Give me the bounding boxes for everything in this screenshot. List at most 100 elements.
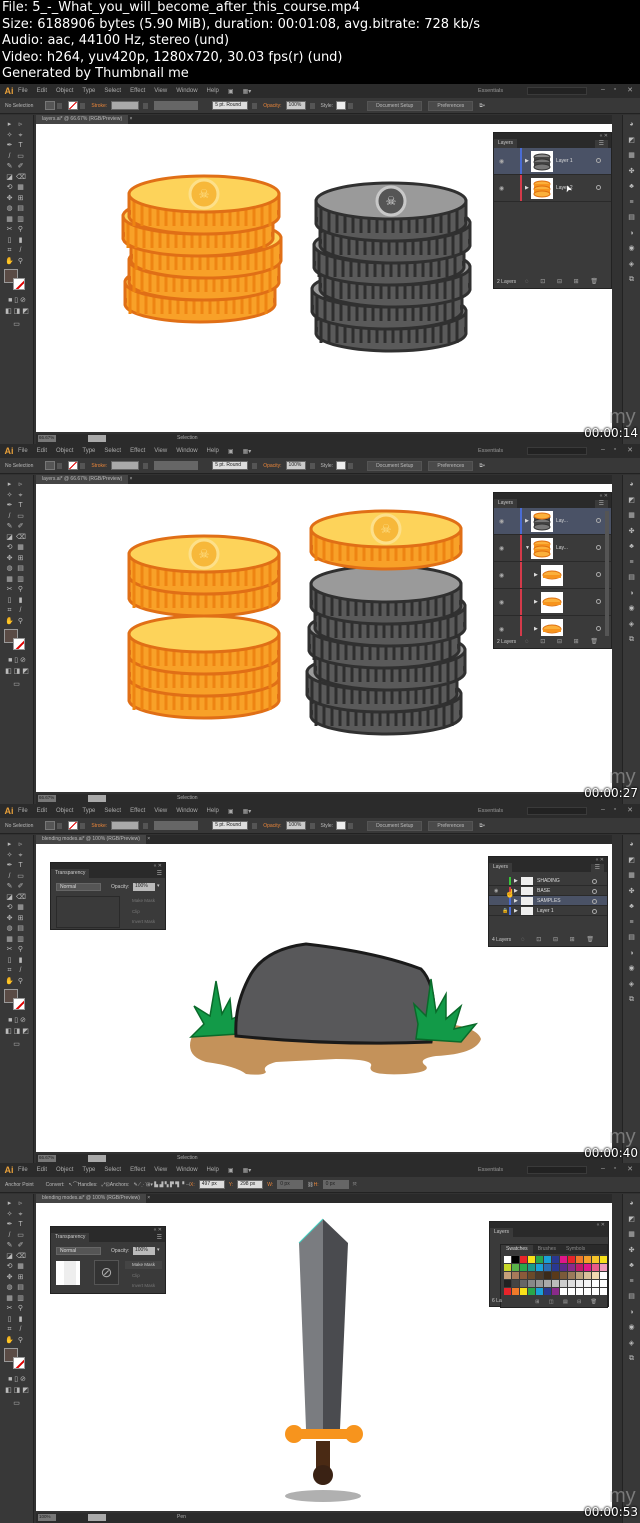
opacity-field[interactable]: 100% bbox=[133, 883, 155, 891]
graphic-styles-icon[interactable]: ◈ bbox=[627, 1340, 636, 1348]
selection-tool-icon[interactable]: ▸ bbox=[5, 481, 14, 489]
mesh-tool-icon[interactable]: ▦ bbox=[5, 936, 14, 944]
stroke-weight-field[interactable] bbox=[111, 821, 140, 830]
document-setup-button[interactable]: Document Setup bbox=[367, 100, 423, 111]
workspace-layout-icon[interactable]: ▦▾ bbox=[243, 808, 252, 815]
artboard-number-field[interactable]: 1 bbox=[88, 1155, 106, 1162]
blob-brush-icon[interactable]: ◪ bbox=[5, 894, 14, 902]
fill-dropdown[interactable] bbox=[57, 102, 63, 109]
color-swatch[interactable] bbox=[576, 1288, 583, 1295]
document-tab[interactable]: blending modes.ai* @ 100% (RGB/Preview) bbox=[36, 1194, 146, 1203]
stroke-swatch[interactable] bbox=[68, 821, 79, 830]
stroke-dropdown[interactable] bbox=[80, 822, 86, 829]
draw-mode-icons[interactable]: ◧ ◨ ◩ bbox=[4, 1387, 30, 1395]
search-input[interactable] bbox=[527, 447, 587, 455]
tab-symbols[interactable]: Symbols bbox=[561, 1245, 590, 1254]
slice-tool-icon[interactable]: / bbox=[16, 1326, 25, 1334]
menu-window[interactable]: Window bbox=[176, 88, 197, 94]
clip-checkbox[interactable]: Clip bbox=[125, 1272, 162, 1280]
stroke-label[interactable]: Stroke: bbox=[91, 823, 107, 829]
coin[interactable] bbox=[309, 564, 463, 626]
graphic-style-swatch[interactable] bbox=[336, 101, 347, 110]
color-icon[interactable]: ◕ bbox=[627, 841, 636, 849]
zoom-level-field[interactable]: 66.67% bbox=[38, 1155, 56, 1162]
minimize-icon[interactable]: ‒ bbox=[598, 806, 608, 815]
workspace-switcher[interactable]: Essentials bbox=[478, 1167, 503, 1173]
color-swatch[interactable] bbox=[520, 1272, 527, 1279]
layers-tab[interactable]: Layers bbox=[490, 1228, 514, 1237]
symbol-sprayer-icon[interactable]: ▯ bbox=[5, 597, 14, 605]
appearance-icon[interactable]: ◉ bbox=[627, 245, 636, 253]
stroke-color-swatch[interactable] bbox=[13, 998, 25, 1010]
artboard-tool-icon[interactable]: ⌗ bbox=[5, 607, 14, 615]
color-swatch[interactable] bbox=[504, 1288, 511, 1295]
workspace-switcher[interactable]: Essentials bbox=[478, 448, 503, 454]
perspective-grid-icon[interactable]: ▤ bbox=[16, 565, 25, 573]
blend-mode-select[interactable]: Normal bbox=[56, 883, 101, 891]
blend-mode-select[interactable]: Normal bbox=[56, 1247, 101, 1255]
panel-menu-icon[interactable]: ☰ bbox=[157, 870, 162, 877]
color-swatch[interactable] bbox=[544, 1256, 551, 1263]
rectangle-tool-icon[interactable]: ▭ bbox=[16, 1232, 25, 1240]
graph-tool-icon[interactable]: ▮ bbox=[16, 597, 25, 605]
lock-icon[interactable]: 🔒 bbox=[502, 908, 508, 914]
type-tool-icon[interactable]: T bbox=[16, 502, 25, 510]
direct-selection-tool-icon[interactable]: ▹ bbox=[16, 121, 25, 129]
screen-mode-icon[interactable]: ▭ bbox=[12, 321, 21, 329]
scale-tool-icon[interactable]: ▦ bbox=[16, 184, 25, 192]
color-mode-icons[interactable]: ■ ▯ ⊘ bbox=[4, 657, 30, 665]
selection-tool-icon[interactable]: ▸ bbox=[5, 841, 14, 849]
zoom-level-field[interactable]: 66.67% bbox=[38, 435, 56, 442]
color-swatch[interactable] bbox=[536, 1256, 543, 1263]
color-swatch[interactable] bbox=[552, 1288, 559, 1295]
color-swatch[interactable] bbox=[512, 1272, 519, 1279]
direct-selection-tool-icon[interactable]: ▹ bbox=[16, 481, 25, 489]
menu-select[interactable]: Select bbox=[104, 88, 121, 94]
scale-tool-icon[interactable]: ▦ bbox=[16, 1263, 25, 1271]
screen-mode-icon[interactable]: ▭ bbox=[12, 1400, 21, 1408]
opacity-label[interactable]: Opacity: bbox=[263, 823, 281, 829]
fill-dropdown[interactable] bbox=[57, 462, 63, 469]
color-swatch[interactable] bbox=[560, 1280, 567, 1287]
target-circle-icon[interactable] bbox=[596, 518, 601, 523]
stroke-weight-dropdown[interactable] bbox=[143, 822, 149, 829]
symbol-sprayer-icon[interactable]: ▯ bbox=[5, 957, 14, 965]
layer-name[interactable]: Lay... bbox=[556, 518, 568, 524]
menu-file[interactable]: File bbox=[18, 448, 28, 454]
slice-tool-icon[interactable]: / bbox=[16, 967, 25, 975]
expand-triangle-icon[interactable]: ▶ bbox=[525, 158, 529, 164]
visibility-eye-icon[interactable]: ◉ bbox=[499, 185, 504, 192]
stroke-icon[interactable]: ≡ bbox=[627, 1278, 636, 1286]
zoom-level-field[interactable]: 66.67% bbox=[38, 795, 56, 802]
opacity-field[interactable]: 100% bbox=[285, 821, 306, 830]
close-icon[interactable]: ✕ bbox=[625, 446, 635, 455]
layers-tab[interactable]: Layers bbox=[494, 139, 518, 148]
visibility-eye-icon[interactable]: ◉ bbox=[499, 599, 504, 606]
eraser-icon[interactable]: ⌫ bbox=[16, 1253, 26, 1261]
layer-name[interactable]: BASE bbox=[537, 888, 550, 894]
document-tab[interactable]: blending modes.ai* @ 100% (RGB/Preview) bbox=[36, 835, 146, 844]
pen-tool-icon[interactable]: ✒ bbox=[5, 862, 14, 870]
object-thumbnail[interactable] bbox=[56, 1261, 80, 1285]
gradient-icon[interactable]: ▤ bbox=[627, 934, 636, 942]
brush-dropdown[interactable] bbox=[252, 102, 258, 109]
layer-row[interactable]: ◉ ▼ Lay... bbox=[494, 535, 611, 562]
menu-window[interactable]: Window bbox=[176, 808, 197, 814]
close-tab-icon[interactable]: × bbox=[146, 1195, 150, 1201]
perspective-grid-icon[interactable]: ▤ bbox=[16, 1284, 25, 1292]
minimize-icon[interactable]: ‒ bbox=[598, 1165, 608, 1174]
invert-mask-checkbox[interactable]: Invert Mask bbox=[125, 918, 162, 926]
color-swatch[interactable] bbox=[592, 1272, 599, 1279]
lasso-icon[interactable]: ⌖ bbox=[16, 1211, 25, 1219]
target-circle-icon[interactable] bbox=[596, 545, 601, 550]
appearance-icon[interactable]: ◉ bbox=[627, 1324, 636, 1332]
layer-row[interactable]: ◉ ▶ Lay... bbox=[494, 508, 611, 535]
perspective-grid-icon[interactable]: ▤ bbox=[16, 925, 25, 933]
color-swatch[interactable] bbox=[536, 1288, 543, 1295]
color-swatch[interactable] bbox=[576, 1280, 583, 1287]
layers-icon[interactable]: ⧉ bbox=[627, 276, 636, 284]
transparency-icon[interactable]: ◑ bbox=[627, 590, 636, 598]
menu-help[interactable]: Help bbox=[207, 1167, 219, 1173]
magic-wand-icon[interactable]: ✧ bbox=[5, 492, 14, 500]
type-tool-icon[interactable]: T bbox=[16, 142, 25, 150]
